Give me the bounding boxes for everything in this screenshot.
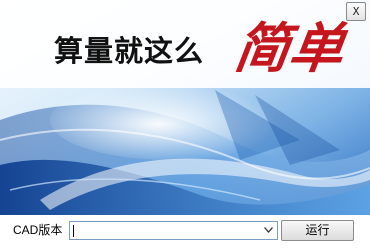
banner-image: 算量就这么 简单 [0,0,370,215]
cad-version-label: CAD版本 [13,222,63,238]
cad-version-select[interactable] [69,221,278,240]
chevron-down-icon[interactable] [261,223,275,238]
close-button[interactable]: X [346,2,366,21]
slogan-main: 算量就这么 [54,34,205,68]
run-button[interactable]: 运行 [281,220,354,241]
launcher-window: 算量就这么 简单 X CAD版本 运行 [0,0,370,250]
slogan-accent: 简单 [230,16,348,80]
text-caret [73,225,74,237]
close-icon: X [352,5,360,18]
